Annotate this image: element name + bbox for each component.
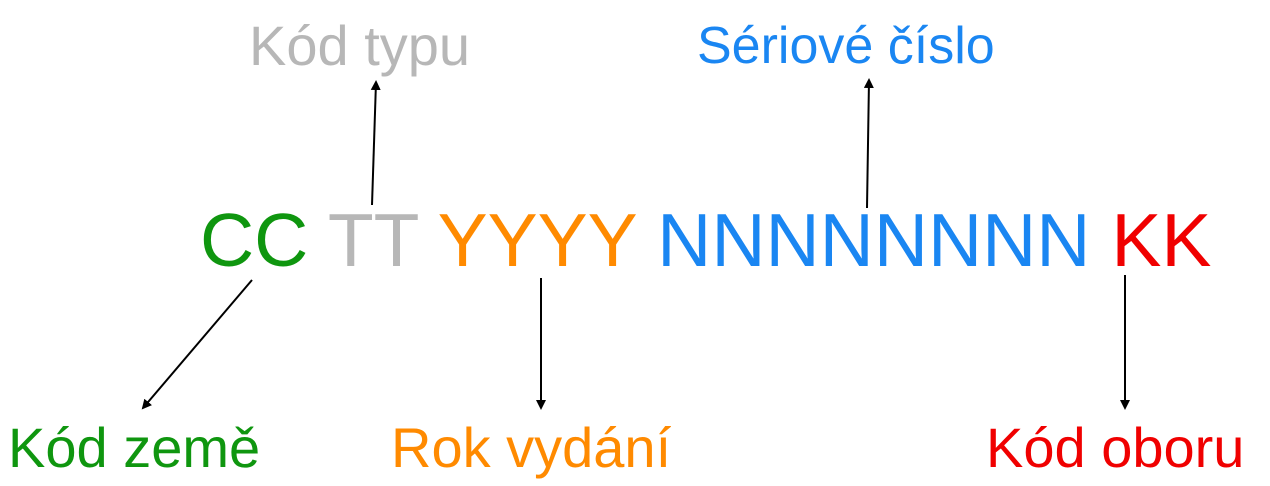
arrows-layer bbox=[0, 0, 1270, 486]
arrow-serial bbox=[867, 80, 869, 208]
arrow-type bbox=[372, 82, 376, 205]
arrow-country bbox=[143, 280, 252, 408]
